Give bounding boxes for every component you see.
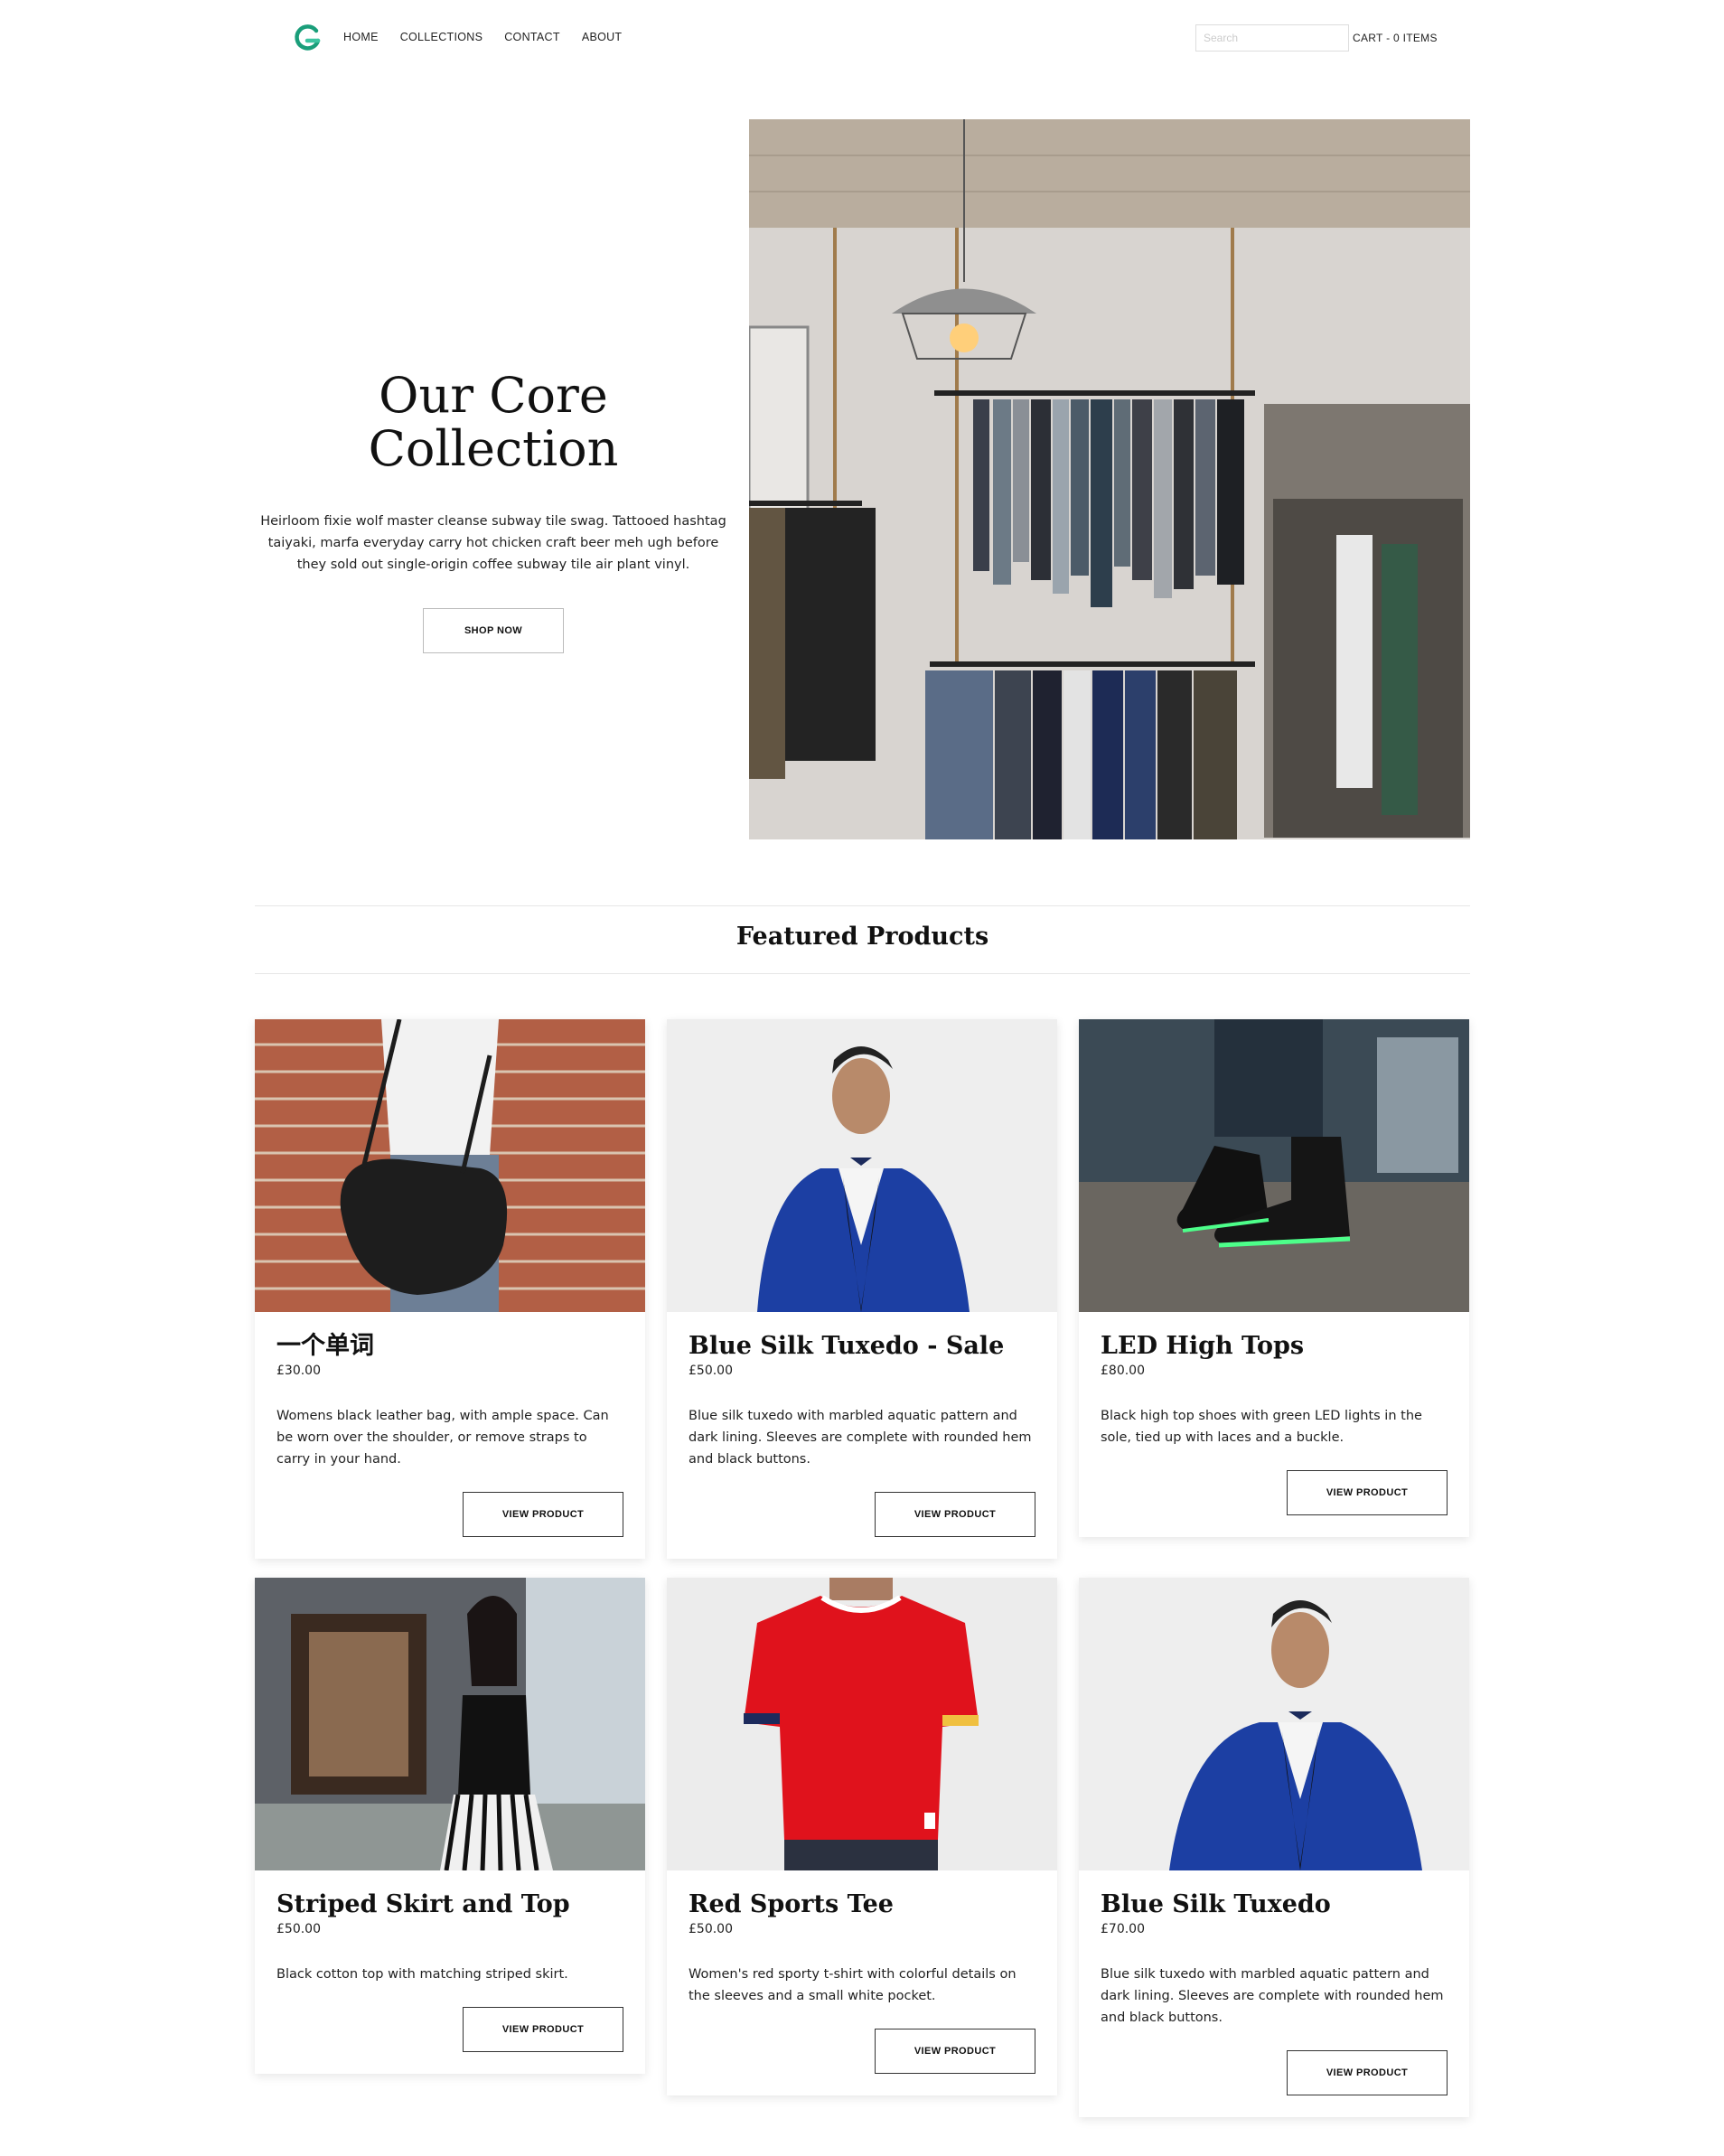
- cart-link[interactable]: CART - 0 ITEMS: [1353, 32, 1438, 44]
- product-name[interactable]: Blue Silk Tuxedo: [1101, 1890, 1448, 1919]
- product-price: £50.00: [689, 1922, 733, 1936]
- store-interior-image: [749, 119, 1470, 839]
- hero-description: Heirloom fixie wolf master cleanse subwa…: [260, 513, 726, 572]
- view-product-button[interactable]: VIEW PRODUCT: [463, 2007, 623, 2052]
- striped-skirt-image: [255, 1578, 645, 1870]
- product-image[interactable]: [1079, 1578, 1469, 1870]
- view-product-button[interactable]: VIEW PRODUCT: [875, 1492, 1035, 1537]
- product-name[interactable]: 一个单词: [276, 1332, 623, 1361]
- product-description: Blue silk tuxedo with marbled aquatic pa…: [1101, 1967, 1444, 2025]
- led-shoes-image: [1079, 1019, 1469, 1312]
- product-price: £70.00: [1101, 1922, 1145, 1936]
- main-nav: HOME COLLECTIONS CONTACT ABOUT: [343, 31, 643, 43]
- product-name[interactable]: LED High Tops: [1101, 1332, 1448, 1361]
- hero-title: Our Core Collection: [368, 367, 619, 478]
- product-name[interactable]: Blue Silk Tuxedo - Sale: [689, 1332, 1035, 1361]
- nav-about[interactable]: ABOUT: [582, 31, 623, 43]
- product-description: Black cotton top with matching striped s…: [276, 1967, 568, 1982]
- product-price: £50.00: [689, 1364, 733, 1378]
- view-product-button[interactable]: VIEW PRODUCT: [463, 1492, 623, 1537]
- product-image[interactable]: [667, 1578, 1057, 1870]
- divider-bottom: [255, 973, 1470, 974]
- shop-now-button[interactable]: SHOP NOW: [423, 607, 564, 653]
- product-description: Womens black leather bag, with ample spa…: [276, 1409, 609, 1467]
- product-name[interactable]: Striped Skirt and Top: [276, 1890, 623, 1919]
- view-product-button[interactable]: VIEW PRODUCT: [1287, 1470, 1448, 1515]
- product-card[interactable]: 一个单词 £30.00 Womens black leather bag, wi…: [255, 1019, 645, 1559]
- product-price: £50.00: [276, 1922, 321, 1936]
- product-image[interactable]: [255, 1578, 645, 1870]
- product-card[interactable]: LED High Tops £80.00 Black high top shoe…: [1079, 1019, 1469, 1537]
- view-product-button[interactable]: VIEW PRODUCT: [875, 2029, 1035, 2074]
- product-description: Blue silk tuxedo with marbled aquatic pa…: [689, 1409, 1032, 1467]
- nav-home[interactable]: HOME: [343, 31, 379, 43]
- product-price: £80.00: [1101, 1364, 1145, 1378]
- nav-collections[interactable]: COLLECTIONS: [400, 31, 483, 43]
- product-image[interactable]: [1079, 1019, 1469, 1312]
- product-price: £30.00: [276, 1364, 321, 1378]
- view-product-button[interactable]: VIEW PRODUCT: [1287, 2050, 1448, 2095]
- site-header: HOME COLLECTIONS CONTACT ABOUT CART - 0 …: [0, 0, 1724, 76]
- blue-tuxedo-image: [1079, 1578, 1469, 1870]
- product-image[interactable]: [667, 1019, 1057, 1312]
- hero-image: [749, 119, 1470, 839]
- product-card[interactable]: Red Sports Tee £50.00 Women's red sporty…: [667, 1578, 1057, 2095]
- logo-icon[interactable]: [292, 23, 323, 53]
- hero-text: Our Core Collection Heirloom fixie wolf …: [255, 369, 732, 653]
- blue-tuxedo-image: [667, 1019, 1057, 1312]
- red-tee-image: [667, 1578, 1057, 1870]
- product-description: Black high top shoes with green LED ligh…: [1101, 1409, 1422, 1445]
- featured-title: Featured Products: [736, 923, 989, 951]
- product-card[interactable]: Blue Silk Tuxedo - Sale £50.00 Blue silk…: [667, 1019, 1057, 1559]
- search-input[interactable]: [1195, 24, 1349, 52]
- leather-bag-image: [255, 1019, 645, 1312]
- product-card[interactable]: Striped Skirt and Top £50.00 Black cotto…: [255, 1578, 645, 2074]
- product-description: Women's red sporty t-shirt with colorful…: [689, 1967, 1017, 2003]
- divider-top: [255, 905, 1470, 906]
- product-name[interactable]: Red Sports Tee: [689, 1890, 1035, 1919]
- product-card[interactable]: Blue Silk Tuxedo £70.00 Blue silk tuxedo…: [1079, 1578, 1469, 2117]
- product-image[interactable]: [255, 1019, 645, 1312]
- nav-contact[interactable]: CONTACT: [504, 31, 560, 43]
